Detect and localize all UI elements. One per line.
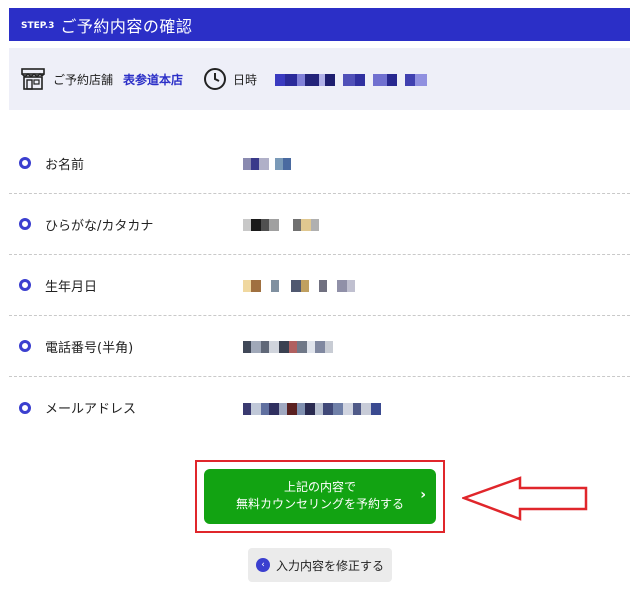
reservation-info-bar: ご予約店舗 表参道本店 日時 [9, 48, 630, 110]
field-value-masked [243, 276, 355, 295]
field-label: お名前 [45, 157, 85, 173]
field-row-phone: 電話番号(半角) [9, 316, 630, 377]
step-badge: STEP.3 [21, 21, 55, 31]
store-name: 表参道本店 [123, 72, 184, 87]
bullet-icon [19, 279, 31, 291]
page-title: ご予約内容の確認 [60, 16, 193, 36]
pointing-arrow-icon [462, 476, 588, 521]
datetime-value-masked [275, 70, 428, 89]
clock-icon [204, 68, 227, 90]
chevron-left-icon: ‹ [256, 558, 270, 572]
edit-input-button[interactable]: ‹ 入力内容を修正する [248, 548, 392, 582]
field-value-masked [243, 398, 381, 417]
store-icon [21, 68, 45, 90]
confirm-reservation-button[interactable]: 上記の内容で 無料カウンセリングを予約する › [204, 469, 436, 524]
field-row-kana: ひらがな/カタカナ [9, 194, 630, 255]
bullet-icon [19, 157, 31, 169]
bullet-icon [19, 218, 31, 230]
confirmation-fields: お名前 ひらがな/カタカナ 生年月日 電話番号(半角) メールアドレス [9, 133, 630, 438]
chevron-right-icon: › [420, 487, 426, 503]
field-value-masked [243, 215, 319, 234]
step-header: STEP.3 ご予約内容の確認 [9, 8, 630, 41]
bullet-icon [19, 401, 31, 414]
field-label: 電話番号(半角) [45, 340, 134, 356]
field-row-birthdate: 生年月日 [9, 255, 630, 316]
field-value-masked [243, 154, 291, 173]
edit-input-label: 入力内容を修正する [276, 558, 385, 573]
confirm-line2: 無料カウンセリングを予約する [235, 497, 404, 511]
field-row-name: お名前 [9, 133, 630, 194]
field-row-email: メールアドレス [9, 377, 630, 438]
bullet-icon [19, 340, 31, 352]
field-label: ひらがな/カタカナ [45, 218, 154, 234]
field-label: 生年月日 [45, 279, 98, 295]
field-label: メールアドレス [45, 402, 137, 417]
field-value-masked [243, 337, 333, 356]
confirm-line1: 上記の内容で [283, 480, 356, 494]
confirm-highlight-box: 上記の内容で 無料カウンセリングを予約する › [195, 460, 445, 533]
datetime-label: 日時 [233, 72, 258, 87]
store-label: ご予約店舗 [53, 72, 114, 87]
